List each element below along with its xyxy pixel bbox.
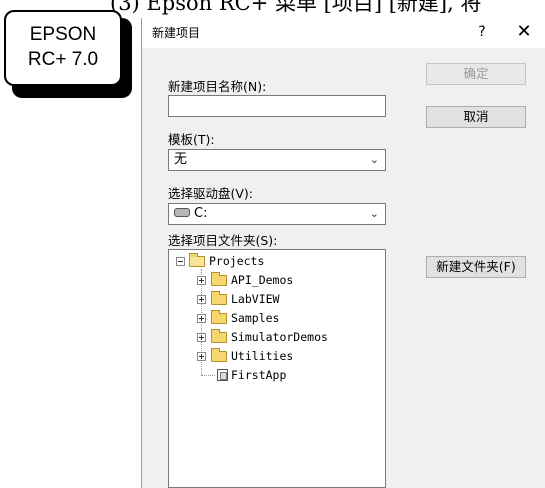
badge-box: EPSON RC+ 7.0 [4, 10, 122, 86]
expand-icon [197, 314, 206, 323]
close-button[interactable]: ✕ [510, 20, 538, 44]
folder-tree[interactable]: Projects API_Demos LabVIEW Samples Simul… [168, 249, 386, 488]
folder-icon [211, 348, 227, 362]
tree-node-label: Utilities [231, 349, 294, 363]
tree-node-label: SimulatorDemos [231, 330, 328, 344]
tree-node-label: Projects [209, 254, 265, 268]
tree-node-label: FirstApp [231, 368, 287, 382]
collapse-icon [176, 257, 185, 266]
template-label: 模板(T): [168, 132, 215, 147]
project-file-icon [217, 369, 228, 381]
page-heading-fragment: (3) Epson RC+ 菜单 [项目] [新建], 将 [110, 0, 482, 15]
drive-icon [174, 208, 190, 217]
open-folder-icon [189, 253, 205, 267]
tree-node-api-demos[interactable]: API_Demos [169, 272, 385, 288]
tree-node-samples[interactable]: Samples [169, 310, 385, 326]
folder-icon [211, 272, 227, 286]
tree-node-projects[interactable]: Projects [169, 253, 385, 269]
cancel-button[interactable]: 取消 [426, 106, 526, 128]
project-name-input[interactable] [168, 95, 386, 117]
tree-node-labview[interactable]: LabVIEW [169, 291, 385, 307]
folder-icon [211, 291, 227, 305]
tree-node-label: Samples [231, 311, 280, 325]
new-folder-button[interactable]: 新建文件夹(F) [426, 256, 526, 278]
help-button[interactable]: ? [470, 20, 494, 44]
tree-node-utilities[interactable]: Utilities [169, 348, 385, 364]
folder-icon [211, 310, 227, 324]
tree-node-simulator-demos[interactable]: SimulatorDemos [169, 329, 385, 345]
project-name-label: 新建项目名称(N): [168, 79, 267, 94]
badge-line1: EPSON [29, 24, 97, 45]
chevron-down-icon: ⌄ [369, 153, 379, 166]
template-select[interactable]: 无 ⌄ [168, 149, 386, 171]
drive-select[interactable]: C: ⌄ [168, 203, 386, 225]
expand-icon [197, 333, 206, 342]
chevron-down-icon: ⌄ [369, 207, 379, 220]
tree-node-firstapp[interactable]: FirstApp [169, 367, 385, 383]
drive-value: C: [194, 206, 208, 221]
new-project-dialog: 新建项目 ? ✕ 新建项目名称(N): 模板(T): 无 ⌄ 选择驱动盘(V):… [141, 18, 545, 488]
ok-button[interactable]: 确定 [426, 63, 526, 85]
expand-icon [197, 352, 206, 361]
tree-node-label: API_Demos [231, 273, 294, 287]
dialog-titlebar: 新建项目 ? ✕ [142, 18, 545, 48]
drive-label: 选择驱动盘(V): [168, 186, 254, 201]
folder-icon [211, 329, 227, 343]
expand-icon [197, 276, 206, 285]
folder-label: 选择项目文件夹(S): [168, 233, 278, 248]
template-value: 无 [174, 152, 188, 167]
dialog-title: 新建项目 [152, 26, 201, 40]
expand-icon [197, 295, 206, 304]
tree-node-label: LabVIEW [231, 292, 280, 306]
badge-line2: RC+ 7.0 [27, 49, 99, 70]
